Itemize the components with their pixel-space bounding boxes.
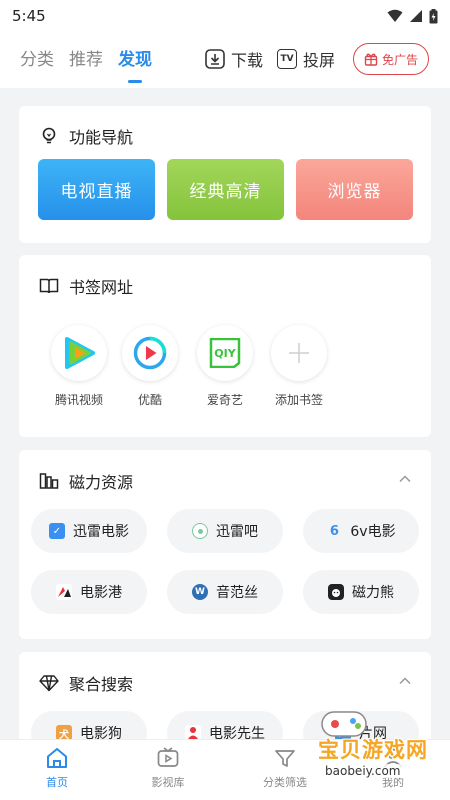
- tab-discover[interactable]: 发现: [118, 45, 152, 83]
- wifi-icon: [387, 9, 403, 22]
- target-circle-icon: [192, 523, 208, 539]
- tab-recommend[interactable]: 推荐: [69, 45, 103, 75]
- cast-label: 投屏: [303, 51, 336, 70]
- bottom-nav-home[interactable]: 首页: [12, 746, 102, 790]
- bookmark-iqiyi[interactable]: QIY 爱奇艺: [185, 325, 265, 408]
- tab-category[interactable]: 分类: [20, 45, 54, 75]
- magnet-header: 磁力资源: [39, 469, 133, 493]
- aggregate-title: 聚合搜索: [69, 675, 134, 694]
- watermark-url: baobeiy.com: [322, 764, 404, 778]
- tv-play-icon: [157, 747, 179, 767]
- download-label: 下载: [231, 51, 264, 70]
- bookmarks-card: 书签网址 腾讯视频 优酷 QIY 爱奇艺 添加书签: [19, 255, 431, 437]
- lightbulb-icon: [39, 126, 59, 146]
- tv-icon: TV: [277, 49, 297, 69]
- bookmark-tencent-video[interactable]: 腾讯视频: [39, 325, 119, 408]
- home-icon: [47, 748, 67, 768]
- status-time: 5:45: [12, 7, 46, 25]
- aggregate-header: 聚合搜索: [39, 671, 133, 695]
- 6v-logo-icon: 6: [329, 523, 339, 539]
- xunlei-bird-icon: ✓: [49, 523, 65, 539]
- bottom-nav-library[interactable]: 影视库: [123, 746, 213, 790]
- battery-icon: [429, 8, 438, 23]
- gift-icon: [364, 53, 378, 66]
- magnet-item-label: 音范丝: [216, 585, 258, 601]
- magnet-item-magnet-bear[interactable]: 磁力熊: [303, 570, 419, 614]
- bookmark-youku[interactable]: 优酷: [110, 325, 190, 408]
- download-icon: [205, 49, 225, 69]
- magnet-item-6v-movie[interactable]: 6 6v电影: [303, 509, 419, 553]
- tv-live-button[interactable]: 电视直播: [38, 159, 155, 220]
- bookmarks-title: 书签网址: [69, 278, 134, 297]
- wordpress-icon: W: [192, 584, 208, 600]
- magnet-card: 磁力资源 ✓ 迅雷电影 迅雷吧 6 6v电影 电影港 W 音范丝 磁力熊: [19, 450, 431, 639]
- youku-logo-icon: [122, 325, 178, 381]
- ad-free-button[interactable]: 免广告: [353, 43, 429, 75]
- diamond-icon: [39, 673, 59, 693]
- status-icons: [387, 8, 438, 24]
- magnet-item-label: 电影港: [80, 585, 122, 601]
- bookmark-label: 爱奇艺: [206, 393, 243, 407]
- bookmark-label: 优酷: [137, 393, 162, 407]
- chevron-up-icon[interactable]: [399, 675, 411, 687]
- magnet-item-xunlei-bar[interactable]: 迅雷吧: [167, 509, 283, 553]
- status-bar: 5:45: [0, 0, 450, 32]
- signal-icon: [410, 10, 422, 22]
- bear-icon: [328, 584, 344, 600]
- bookmark-add[interactable]: 添加书签: [259, 325, 339, 408]
- magnet-item-movie-port[interactable]: 电影港: [31, 570, 147, 614]
- svg-text:QIY: QIY: [214, 347, 236, 360]
- download-button[interactable]: 下载: [205, 44, 263, 74]
- bookmarks-header: 书签网址: [39, 274, 133, 298]
- movie-port-logo-icon: [56, 584, 72, 600]
- bookmark-label: 腾讯视频: [54, 393, 103, 407]
- magnet-item-label: 迅雷电影: [73, 524, 129, 540]
- browser-button[interactable]: 浏览器: [296, 159, 413, 220]
- chevron-up-icon[interactable]: [399, 473, 411, 485]
- classic-hd-button[interactable]: 经典高清: [167, 159, 284, 220]
- plus-icon: [271, 325, 327, 381]
- top-nav: 分类 推荐 发现 下载 TV 投屏 免广告: [0, 32, 450, 88]
- bottom-nav-label: 首页: [46, 776, 68, 789]
- book-icon: [39, 276, 59, 296]
- func-nav-title: 功能导航: [69, 128, 134, 147]
- tencent-video-logo-icon: [51, 325, 107, 381]
- func-nav-header: 功能导航: [39, 124, 133, 148]
- magnet-title: 磁力资源: [69, 473, 134, 492]
- watermark: 宝贝游戏网 baobeiy.com: [262, 706, 437, 786]
- watermark-text: 宝贝游戏网: [318, 738, 428, 762]
- bottom-nav-label: 影视库: [151, 776, 185, 789]
- iqiyi-logo-icon: QIY: [197, 325, 253, 381]
- magnet-item-label: 磁力熊: [352, 585, 394, 601]
- magnet-item-label: 6v电影: [350, 524, 396, 540]
- cast-button[interactable]: TV 投屏: [277, 44, 335, 74]
- func-nav-card: 功能导航 电视直播 经典高清 浏览器: [19, 106, 431, 243]
- bookshelf-icon: [39, 471, 59, 491]
- magnet-item-xunlei-movie[interactable]: ✓ 迅雷电影: [31, 509, 147, 553]
- magnet-item-yinfansi[interactable]: W 音范丝: [167, 570, 283, 614]
- ad-free-label: 免广告: [381, 52, 418, 67]
- magnet-item-label: 迅雷吧: [216, 524, 258, 540]
- bookmark-label: 添加书签: [274, 393, 323, 407]
